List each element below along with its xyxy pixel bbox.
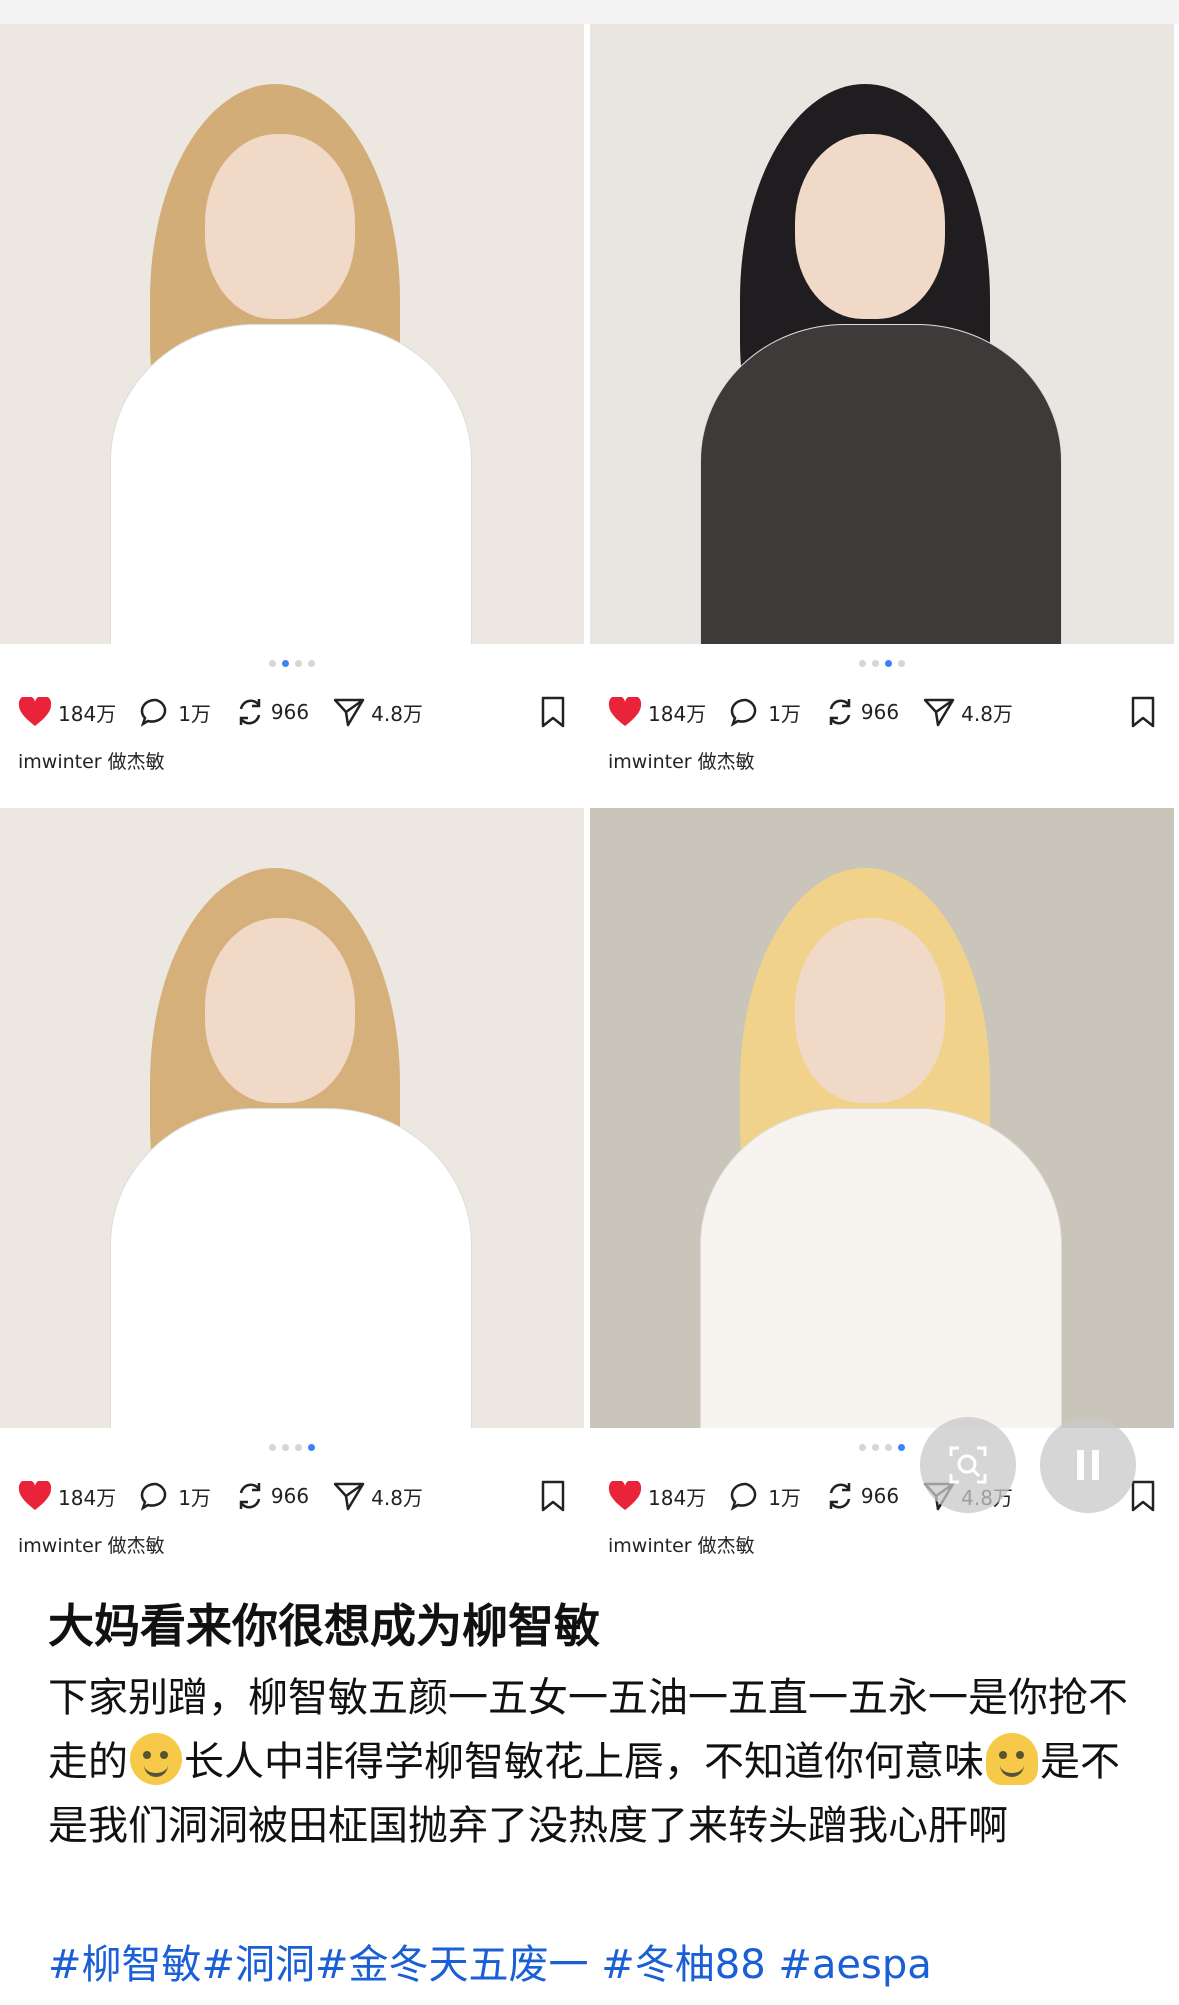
carousel-dot — [282, 1444, 289, 1451]
carousel-dot — [308, 1444, 315, 1451]
repost-icon — [829, 1483, 851, 1509]
repost-count: 966 — [270, 1484, 310, 1508]
carousel-dot — [859, 1444, 866, 1451]
repost-icon — [239, 1483, 261, 1509]
like-button[interactable]: 184万 — [18, 697, 116, 727]
post-stats: 184万 1万 966 4.8万 — [18, 692, 566, 732]
image-search-icon — [949, 1446, 987, 1484]
carousel-dot — [269, 660, 276, 667]
carousel-dots — [590, 660, 1174, 667]
post-body: 下家别蹭，柳智敏五颜一五女一五油一五直一五永一是你抢不走的 长人中非得学柳智敏花上… — [48, 1666, 1138, 1858]
comment-button[interactable]: 1万 — [140, 697, 211, 727]
heart-icon — [18, 697, 52, 726]
comment-button[interactable]: 1万 — [140, 1481, 211, 1511]
share-arrow-icon — [333, 1482, 365, 1511]
comment-count: 1万 — [178, 1485, 211, 1510]
heart-icon — [608, 1481, 642, 1510]
carousel-dot — [898, 1444, 905, 1451]
carousel-dot — [282, 660, 289, 667]
comment-bubble-icon — [730, 1482, 757, 1511]
post-body-part: 长人中非得学柳智敏花上唇，不知道你何意味 — [184, 1739, 984, 1785]
repost-count: 966 — [270, 700, 310, 724]
repost-icon — [829, 699, 851, 725]
post-stats: 184万 1万 966 4.8万 — [18, 1476, 566, 1516]
share-button[interactable]: 4.8万 — [333, 697, 423, 727]
post-title: 大妈看来你很想成为柳智敏 — [48, 1599, 600, 1653]
post-photo[interactable] — [0, 808, 584, 1428]
comment-button[interactable]: 1万 — [730, 697, 801, 727]
carousel-dots — [0, 660, 584, 667]
repost-button[interactable]: 966 — [825, 696, 899, 728]
carousel-dot — [859, 660, 866, 667]
post-username[interactable]: imwinter 做杰敏 — [18, 1531, 165, 1558]
image-search-button[interactable] — [920, 1417, 1016, 1513]
carousel-dot — [885, 660, 892, 667]
top-strip — [0, 0, 1179, 24]
carousel-dot — [872, 1444, 879, 1451]
comment-bubble-icon — [140, 1482, 167, 1511]
post-username[interactable]: imwinter 做杰敏 — [608, 1531, 755, 1558]
post-photo[interactable] — [590, 24, 1174, 644]
bookmark-icon[interactable] — [1130, 696, 1156, 728]
melting-face-emoji-icon — [986, 1733, 1038, 1785]
share-button[interactable]: 4.8万 — [333, 1481, 423, 1511]
carousel-dot — [295, 660, 302, 667]
like-count: 184万 — [58, 1485, 117, 1510]
repost-count: 966 — [860, 1484, 900, 1508]
pause-icon — [1077, 1450, 1099, 1480]
like-button[interactable]: 184万 — [18, 1481, 116, 1511]
post-photo[interactable] — [590, 808, 1174, 1428]
like-button[interactable]: 184万 — [608, 697, 706, 727]
comment-button[interactable]: 1万 — [730, 1481, 801, 1511]
like-count: 184万 — [58, 701, 117, 726]
bookmark-icon[interactable] — [540, 1480, 566, 1512]
repost-count: 966 — [860, 700, 900, 724]
rofl-emoji-icon — [130, 1733, 182, 1785]
share-count: 4.8万 — [371, 701, 423, 726]
repost-button[interactable]: 966 — [235, 696, 309, 728]
heart-icon — [608, 697, 642, 726]
share-arrow-icon — [923, 698, 955, 727]
comment-bubble-icon — [140, 698, 167, 727]
carousel-dot — [872, 660, 879, 667]
carousel-dot — [885, 1444, 892, 1451]
bookmark-icon[interactable] — [540, 696, 566, 728]
repost-button[interactable]: 966 — [825, 1480, 899, 1512]
share-arrow-icon — [333, 698, 365, 727]
comment-bubble-icon — [730, 698, 757, 727]
carousel-dot — [295, 1444, 302, 1451]
heart-icon — [18, 1481, 52, 1510]
bookmark-icon[interactable] — [1130, 1480, 1156, 1512]
post-username[interactable]: imwinter 做杰敏 — [608, 747, 755, 774]
share-count: 4.8万 — [961, 701, 1013, 726]
pause-button[interactable] — [1040, 1417, 1136, 1513]
post-card[interactable]: 184万 1万 966 4.8万 imwinter 做杰敏 — [0, 808, 584, 1592]
post-username[interactable]: imwinter 做杰敏 — [18, 747, 165, 774]
share-count: 4.8万 — [371, 1485, 423, 1510]
carousel-dots — [0, 1444, 584, 1451]
hashtags[interactable]: #柳智敏#洞洞#金冬天五废一 #冬柚88 #aespa — [48, 1932, 932, 1990]
carousel-dot — [269, 1444, 276, 1451]
repost-icon — [239, 699, 261, 725]
carousel-dot — [898, 660, 905, 667]
post-card[interactable]: 184万 1万 966 4.8万 imwinter 做杰敏 — [590, 24, 1174, 808]
comment-count: 1万 — [768, 701, 801, 726]
carousel-dot — [308, 660, 315, 667]
post-stats: 184万 1万 966 4.8万 — [608, 692, 1156, 732]
like-count: 184万 — [648, 701, 707, 726]
post-photo[interactable] — [0, 24, 584, 644]
comment-count: 1万 — [768, 1485, 801, 1510]
comment-count: 1万 — [178, 701, 211, 726]
like-count: 184万 — [648, 1485, 707, 1510]
post-card[interactable]: 184万 1万 966 4.8万 imwinter 做杰敏 — [0, 24, 584, 808]
like-button[interactable]: 184万 — [608, 1481, 706, 1511]
share-button[interactable]: 4.8万 — [923, 697, 1013, 727]
repost-button[interactable]: 966 — [235, 1480, 309, 1512]
